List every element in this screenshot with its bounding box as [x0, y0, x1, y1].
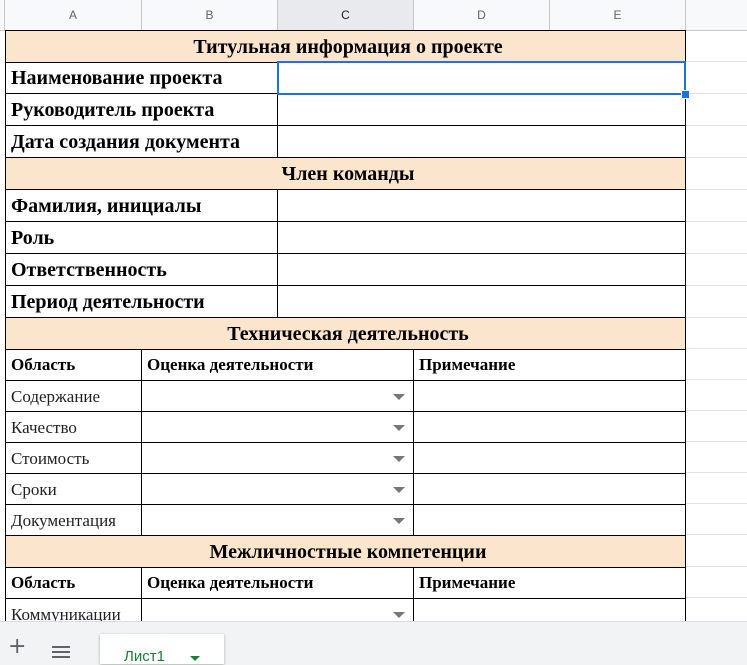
table-row: Содержание — [5, 381, 686, 412]
dropdown-arrow-icon[interactable] — [393, 394, 405, 400]
table-row: Качество — [5, 412, 686, 443]
note-cell[interactable] — [414, 505, 686, 536]
table-row: Дата создания документа — [5, 126, 686, 158]
col-header-rating[interactable]: Оценка деятельности — [142, 568, 414, 599]
section-header[interactable]: Член команды — [5, 158, 686, 190]
column-header-a[interactable]: A — [5, 0, 142, 30]
col-header-note[interactable]: Примечание — [414, 568, 686, 599]
table-row: Коммуникации — [5, 599, 686, 621]
section-header[interactable]: Техническая деятельность — [5, 318, 686, 350]
rating-dropdown[interactable] — [142, 505, 414, 536]
rating-dropdown[interactable] — [142, 443, 414, 474]
row-label-project-name[interactable]: Наименование проекта — [5, 62, 278, 94]
area-cell[interactable]: Качество — [5, 412, 142, 443]
active-cell-selection — [277, 61, 686, 95]
fill-handle[interactable] — [681, 90, 690, 99]
row-label-activity-period[interactable]: Период деятельности — [5, 286, 278, 318]
row-label-project-manager[interactable]: Руководитель проекта — [5, 94, 278, 126]
col-header-note[interactable]: Примечание — [414, 350, 686, 381]
dropdown-arrow-icon[interactable] — [393, 487, 405, 493]
dropdown-arrow-icon[interactable] — [393, 612, 405, 618]
section-team-member-header-row: Член команды — [5, 158, 686, 190]
column-header-bar: A B C D E — [0, 0, 747, 31]
row-label-responsibility[interactable]: Ответственность — [5, 254, 278, 286]
table-row: Стоимость — [5, 443, 686, 474]
dropdown-arrow-icon[interactable] — [393, 518, 405, 524]
sheet-tab[interactable]: Лист1 — [100, 634, 224, 665]
sheet-grid[interactable]: Титульная информация о проекте Наименова… — [0, 30, 747, 621]
col-header-area[interactable]: Область — [5, 350, 142, 381]
dropdown-arrow-icon[interactable] — [393, 425, 405, 431]
note-cell[interactable] — [414, 474, 686, 505]
table-row: Роль — [5, 222, 686, 254]
area-cell[interactable]: Коммуникации — [5, 599, 142, 621]
value-cell-full-name[interactable] — [278, 190, 686, 222]
table-row: Документация — [5, 505, 686, 536]
chevron-down-icon[interactable] — [190, 656, 200, 661]
value-cell-responsibility[interactable] — [278, 254, 686, 286]
area-cell[interactable]: Содержание — [5, 381, 142, 412]
area-cell[interactable]: Документация — [5, 505, 142, 536]
note-cell[interactable] — [414, 381, 686, 412]
area-cell[interactable]: Стоимость — [5, 443, 142, 474]
table-row: Сроки — [5, 474, 686, 505]
section-tech-activity-header-row: Техническая деятельность — [5, 318, 686, 350]
sheet-tab-label: Лист1 — [124, 648, 165, 665]
row-label-full-name[interactable]: Фамилия, инициалы — [5, 190, 278, 222]
col-header-rating[interactable]: Оценка деятельности — [142, 350, 414, 381]
rating-dropdown[interactable] — [142, 381, 414, 412]
table-row: Фамилия, инициалы — [5, 190, 686, 222]
row-label-role[interactable]: Роль — [5, 222, 278, 254]
note-cell[interactable] — [414, 443, 686, 474]
row-label-doc-date[interactable]: Дата создания документа — [5, 126, 278, 158]
table-row: Период деятельности — [5, 286, 686, 318]
table-row: Руководитель проекта — [5, 94, 686, 126]
dropdown-arrow-icon[interactable] — [393, 456, 405, 462]
table-row: Ответственность — [5, 254, 686, 286]
section-interpersonal-header-row: Межличностные компетенции — [5, 536, 686, 568]
add-sheet-icon[interactable]: + — [8, 634, 26, 659]
value-cell-project-manager[interactable] — [278, 94, 686, 126]
note-cell[interactable] — [414, 412, 686, 443]
rating-dropdown[interactable] — [142, 474, 414, 505]
table-header-row: Область Оценка деятельности Примечание — [5, 350, 686, 381]
section-title-info-header-row: Титульная информация о проекте — [5, 30, 686, 63]
column-header-b[interactable]: B — [142, 0, 278, 30]
rating-dropdown[interactable] — [142, 412, 414, 443]
column-header-d[interactable]: D — [414, 0, 550, 30]
value-cell-doc-date[interactable] — [278, 126, 686, 158]
section-header[interactable]: Титульная информация о проекте — [5, 31, 686, 63]
rating-dropdown[interactable] — [142, 599, 414, 621]
note-cell[interactable] — [414, 599, 686, 621]
col-header-area[interactable]: Область — [5, 568, 142, 599]
all-sheets-menu-icon[interactable] — [52, 646, 70, 661]
section-header[interactable]: Межличностные компетенции — [5, 536, 686, 568]
value-cell-role[interactable] — [278, 222, 686, 254]
column-header-c[interactable]: C — [278, 0, 414, 30]
value-cell-activity-period[interactable] — [278, 286, 686, 318]
area-cell[interactable]: Сроки — [5, 474, 142, 505]
table-header-row: Область Оценка деятельности Примечание — [5, 568, 686, 599]
column-header-e[interactable]: E — [550, 0, 686, 30]
